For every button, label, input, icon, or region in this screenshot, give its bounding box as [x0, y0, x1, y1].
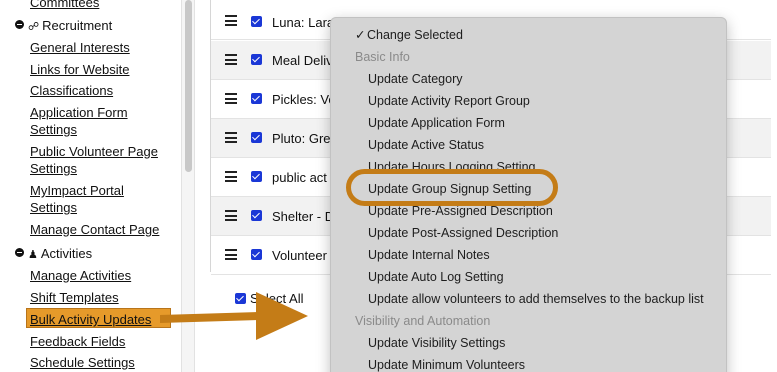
highlight-oval — [346, 169, 558, 206]
sidebar-link-myimpact-portal-settings[interactable]: Settings — [30, 199, 77, 216]
sidebar-link-links-for-website[interactable]: Links for Website — [30, 61, 129, 78]
sidebar-link-classifications[interactable]: Classifications — [30, 82, 113, 99]
menu-item-update-application-form[interactable]: Update Application Form — [368, 115, 505, 131]
sidebar-link-application-form-settings[interactable]: Settings — [30, 121, 77, 138]
sidebar-link-committees[interactable]: Committees — [30, 0, 99, 11]
scrollbar-thumb[interactable] — [185, 0, 192, 172]
drag-handle-icon[interactable] — [225, 249, 237, 260]
sidebar-link-public-volunteer-page[interactable]: Public Volunteer Page — [30, 143, 158, 160]
menu-item-update-post-assigned-description[interactable]: Update Post-Assigned Description — [368, 225, 558, 241]
activity-name[interactable]: Volunteer — [272, 248, 327, 263]
menu-item-change-selected[interactable]: ✓ Change Selected — [355, 27, 463, 43]
section-recruitment-heading[interactable]: ☍ Recruitment — [15, 17, 112, 36]
activity-name[interactable]: Pluto: Gre — [272, 131, 331, 146]
sidebar-link-application-form[interactable]: Application Form — [30, 104, 128, 121]
row-checkbox[interactable] — [251, 171, 262, 182]
row-checkbox[interactable] — [251, 210, 262, 221]
sidebar-link-general-interests[interactable]: General Interests — [30, 39, 130, 56]
sidebar-link-schedule-settings[interactable]: Schedule Settings — [30, 354, 135, 371]
row-checkbox[interactable] — [251, 54, 262, 65]
activity-name[interactable]: Pickles: Ve — [272, 92, 336, 107]
section-activities-heading[interactable]: ♟ Activities — [15, 245, 92, 264]
menu-item-update-internal-notes[interactable]: Update Internal Notes — [368, 247, 490, 263]
drag-handle-icon[interactable] — [225, 15, 237, 26]
row-checkbox[interactable] — [251, 249, 262, 260]
menu-group-basic-info: Basic Info — [355, 50, 410, 64]
recruitment-icon: ☍ — [28, 21, 40, 33]
menu-item-update-visibility-settings[interactable]: Update Visibility Settings — [368, 335, 505, 351]
collapse-icon — [15, 20, 24, 29]
sidebar-nav: Committees ☍ Recruitment General Interest… — [0, 0, 181, 372]
drag-handle-icon[interactable] — [225, 210, 237, 221]
menu-item-update-backup-list[interactable]: Update allow volunteers to add themselve… — [368, 291, 704, 307]
row-checkbox[interactable] — [251, 132, 262, 143]
annotation-arrow-icon — [160, 292, 308, 340]
collapse-icon — [15, 248, 24, 257]
drag-handle-icon[interactable] — [225, 93, 237, 104]
menu-item-update-auto-log-setting[interactable]: Update Auto Log Setting — [368, 269, 504, 285]
drag-handle-icon[interactable] — [225, 171, 237, 182]
sidebar-link-manage-contact-page[interactable]: Manage Contact Page — [30, 221, 159, 238]
menu-group-visibility-automation: Visibility and Automation — [355, 314, 491, 328]
sidebar-link-public-volunteer-page-settings[interactable]: Settings — [30, 160, 77, 177]
menu-item-update-minimum-volunteers[interactable]: Update Minimum Volunteers — [368, 357, 525, 372]
activity-name[interactable]: public act — [272, 170, 327, 185]
sidebar-link-feedback-fields[interactable]: Feedback Fields — [30, 333, 125, 350]
activity-name[interactable]: Luna: Lara — [272, 15, 334, 30]
activity-name[interactable]: Meal Deliv — [272, 53, 333, 68]
row-checkbox[interactable] — [251, 16, 262, 27]
arrow-head — [256, 292, 308, 340]
drag-handle-icon[interactable] — [225, 54, 237, 65]
row-checkbox[interactable] — [251, 93, 262, 104]
drag-handle-icon[interactable] — [225, 132, 237, 143]
menu-item-update-activity-report-group[interactable]: Update Activity Report Group — [368, 93, 530, 109]
menu-item-update-category[interactable]: Update Category — [368, 71, 463, 87]
checkmark-icon: ✓ — [355, 28, 366, 42]
menu-item-update-active-status[interactable]: Update Active Status — [368, 137, 484, 153]
activity-name[interactable]: Shelter - D — [272, 209, 334, 224]
arrow-shaft — [160, 312, 260, 323]
sidebar-link-myimpact-portal[interactable]: MyImpact Portal — [30, 182, 124, 199]
sidebar-link-shift-templates[interactable]: Shift Templates — [30, 289, 119, 306]
sidebar-link-bulk-activity-updates[interactable]: Bulk Activity Updates — [30, 311, 151, 328]
sidebar-link-manage-activities[interactable]: Manage Activities — [30, 267, 131, 284]
activities-icon: ♟ — [28, 249, 38, 261]
